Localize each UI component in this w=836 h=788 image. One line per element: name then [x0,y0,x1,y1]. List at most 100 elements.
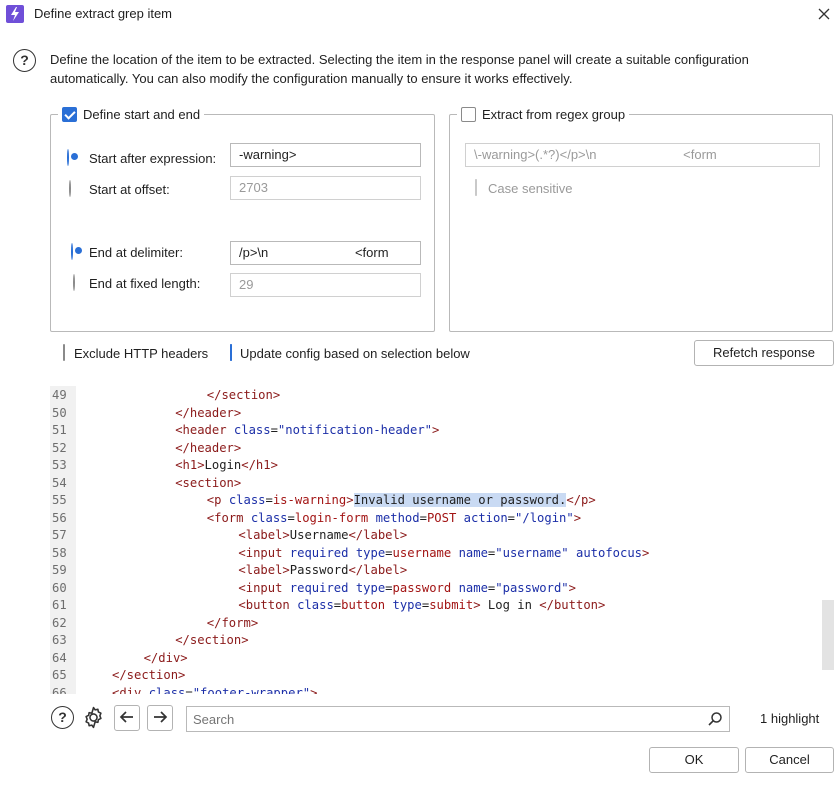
code-line[interactable]: 50 </header> [50,405,820,423]
code-token: </h1> [241,458,278,472]
code-token: class [250,510,288,525]
define-start-end-checkbox[interactable] [62,106,77,122]
code-token: login-form [294,510,376,525]
code-token: <label> [238,528,290,542]
code-line[interactable]: 62 </form> [50,615,820,633]
arrow-right-icon [154,711,168,723]
code-token: = [270,423,278,437]
code-line[interactable]: 65 </section> [50,667,820,685]
next-match-button[interactable] [147,705,173,731]
end-delimiter-radio[interactable] [71,243,73,260]
code-line[interactable]: 51 <header class="notification-header"> [50,422,820,440]
response-editor[interactable]: 49 </section> 50 </header> 51 <header class="… [50,386,836,694]
code-token: <section> [175,475,242,490]
window-title: Define extract grep item [34,6,173,21]
code-token: </label> [348,528,408,542]
code-token: </section> [206,388,281,402]
search-box [186,706,730,732]
regex-checkbox[interactable] [461,106,476,122]
code-line[interactable]: 54 <section> [50,475,820,493]
code-token: class [297,598,334,612]
code-line[interactable]: 60 <input required type=password name="pa… [50,580,820,598]
cancel-button[interactable]: Cancel [745,747,834,773]
code-line[interactable]: 61 <button class=button type=submit> Log … [50,597,820,615]
code-line[interactable]: 55 <p class=is-warning>Invalid username o… [50,492,820,510]
code-token: </section> [175,633,249,647]
search-input[interactable] [193,710,693,728]
line-number: 66 [52,685,67,695]
ok-button[interactable]: OK [649,747,739,773]
update-config-label: Update config based on selection below [240,346,470,361]
code-line[interactable]: 53 <h1>Login</h1> [50,457,820,475]
regex-input[interactable]: \-warning>(.*?)</p>\n <form [465,143,820,167]
end-fixed-radio[interactable] [73,274,75,291]
code-line[interactable]: 58 <input required type=username name="us… [50,545,820,563]
start-offset-input[interactable]: 2703 [230,176,421,200]
code-token: POST [426,510,464,525]
line-number: 57 [52,528,67,542]
case-sensitive-checkbox[interactable] [475,179,477,196]
end-fixed-label: End at fixed length: [89,276,201,291]
code-line[interactable]: 63 </section> [50,632,820,650]
code-text: </section> [112,667,185,685]
code-token: <label> [238,563,290,577]
previous-match-button[interactable] [114,705,140,731]
burp-logo-icon [6,5,24,23]
code-line[interactable]: 66 <div class="footer-wrapper"> [50,685,820,695]
code-token: > [310,685,318,695]
code-token: type [355,580,386,595]
code-text: </header> [175,405,241,423]
line-number: 59 [52,563,67,577]
code-token: = [287,510,295,525]
code-token: Username [289,528,349,542]
start-end-legend: Define start and end [58,105,205,123]
close-icon[interactable] [814,4,834,24]
line-number: 49 [52,388,67,402]
update-config-checkbox[interactable] [230,344,232,361]
regex-label: Extract from regex group [482,106,626,122]
code-line[interactable]: 56 <form class=login-form method=POST act… [50,510,820,528]
code-token: password [392,580,459,595]
code-token: = [185,685,193,695]
code-token: <div [112,685,149,695]
line-number: 52 [52,440,67,455]
code-token: = [385,545,393,560]
code-token: username [392,545,459,560]
end-fixed-input[interactable]: 29 [230,273,421,297]
code-line[interactable]: 57 <label>Username</label> [50,527,820,545]
code-line[interactable]: 52 </header> [50,440,820,458]
code-token: > [568,580,576,595]
code-token: > [473,598,488,612]
code-line[interactable]: 64 </div> [50,650,820,668]
end-delimiter-input[interactable]: /p>\n <form [230,241,421,265]
editor-scrollbar[interactable] [822,600,834,670]
code-token: </section> [112,668,186,682]
editor-help-icon[interactable]: ? [51,706,74,729]
regex-legend: Extract from regex group [457,105,630,123]
code-token: "username" [495,545,576,560]
start-after-input[interactable]: -warning> [230,143,421,167]
code-token: name [458,545,488,560]
code-line[interactable]: 59 <label>Password</label> [50,562,820,580]
start-after-radio[interactable] [67,149,69,166]
settings-gear-icon[interactable] [81,705,105,729]
define-start-end-label: Define start and end [83,106,201,122]
start-offset-label: Start at offset: [89,182,170,197]
code-token: Login [204,458,242,472]
code-token: <h1> [175,458,205,472]
code-token: > [346,493,354,507]
code-token: = [265,493,273,507]
code-text: <h1>Login</h1> [175,457,278,475]
line-number: 54 [52,475,67,490]
line-number: 56 [52,510,67,525]
start-offset-radio[interactable] [69,180,71,197]
code-line[interactable]: 49 </section> [50,387,820,405]
exclude-headers-checkbox[interactable] [63,344,65,361]
code-token: is-warning [272,493,347,507]
code-token: type [355,545,386,560]
code-token: = [507,510,516,525]
help-icon[interactable]: ? [13,49,36,72]
refetch-response-button[interactable]: Refetch response [694,340,834,366]
end-delimiter-label: End at delimiter: [89,245,183,260]
code-text: <input required type=username name="user… [238,545,649,563]
